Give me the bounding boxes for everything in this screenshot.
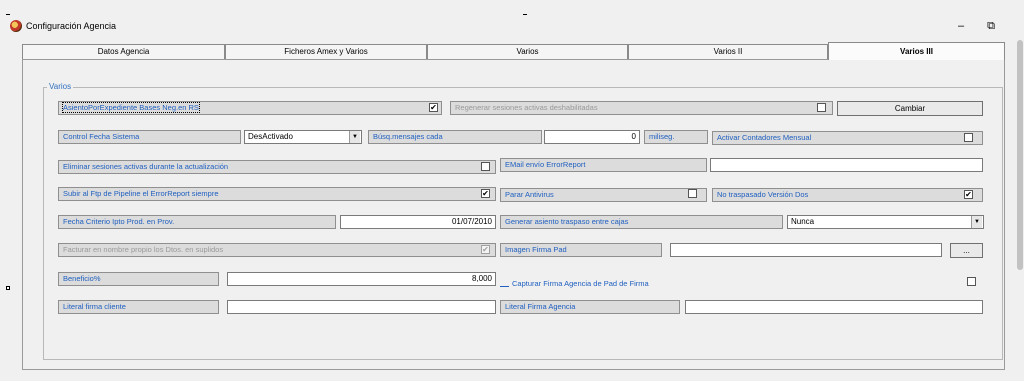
eliminar-sesiones-label: Eliminar sesiones activas durante la act… [58, 160, 496, 174]
email-error-report-label: EMail envío ErrorReport [500, 158, 707, 172]
tab-ficheros-amex-y-varios[interactable]: Ficheros Amex y Varios [225, 44, 427, 59]
asiento-por-expediente-text: AsientoPorExpediente Bases Neg.en RS [62, 102, 200, 113]
tab-varios-iii[interactable]: Varios III [828, 42, 1005, 60]
window-title: Configuración Agencia [26, 21, 117, 31]
facturar-nombre-propio-checkbox[interactable]: ✔ [481, 245, 490, 254]
app-icon [10, 20, 22, 32]
subir-ftp-label: Subir al Ftp de Pipeline el ErrorReport … [58, 187, 496, 201]
parar-antivirus-label: Parar Antivirus [500, 188, 707, 202]
generar-asiento-value: Nunca [791, 217, 815, 226]
regenerar-sesiones-label: Regenerar sesiones activas deshabilitada… [450, 101, 833, 115]
no-traspasado-checkbox[interactable]: ✔ [964, 190, 973, 199]
beneficio-input[interactable]: 8,000 [227, 272, 496, 286]
miliseg-unit-label: miliseg. [644, 130, 708, 144]
group-legend: Varios [47, 82, 74, 91]
control-fecha-dropdown-icon[interactable]: ▼ [349, 131, 360, 143]
subir-ftp-checkbox[interactable]: ✔ [481, 189, 490, 198]
tab-varios-ii[interactable]: Varios II [628, 44, 828, 59]
regenerar-sesiones-checkbox[interactable] [817, 103, 826, 112]
asiento-por-expediente-label[interactable]: AsientoPorExpediente Bases Neg.en RS [58, 101, 442, 115]
generar-asiento-select[interactable]: Nunca [787, 215, 984, 229]
beneficio-label: Beneficio% [58, 272, 219, 286]
generar-asiento-dropdown-icon[interactable]: ▼ [971, 216, 982, 228]
tab-datos-agencia[interactable]: Datos Agencia [22, 44, 225, 59]
literal-firma-cliente-input[interactable] [227, 300, 496, 314]
busq-mensajes-input[interactable]: 0 [544, 130, 640, 144]
restore-button[interactable]: ⧉ [981, 18, 1001, 34]
imagen-browse-button[interactable]: ... [950, 243, 983, 258]
busq-mensajes-label: Búsq.mensajes cada [368, 130, 542, 144]
capturar-firma-checkbox[interactable] [967, 277, 976, 286]
no-traspasado-label: No traspasado Versión Dos [712, 188, 983, 202]
eliminar-sesiones-checkbox[interactable] [481, 162, 490, 171]
literal-firma-cliente-label: Literal firma cliente [58, 300, 219, 314]
cambiar-button[interactable]: Cambiar [837, 101, 983, 116]
capturar-firma-label: Capturar Firma Agencia de Pad de Firma [512, 279, 649, 288]
resize-handle-middle-left[interactable] [6, 286, 10, 290]
facturar-nombre-propio-label: Facturar en nombre propio los Dtos. en s… [58, 243, 496, 257]
email-error-report-input[interactable] [710, 158, 983, 172]
capturar-firma-underline [500, 286, 509, 287]
activar-contadores-checkbox[interactable] [964, 133, 973, 142]
title-bar [0, 15, 1024, 39]
activar-contadores-label: Activar Contadores Mensual [712, 131, 983, 145]
control-fecha-sistema-value: DesActivado [248, 132, 293, 141]
generar-asiento-label: Generar asiento traspaso entre cajas [500, 215, 783, 229]
literal-firma-agencia-input[interactable] [685, 300, 983, 314]
fecha-criterio-label: Fecha Criterio Ipto Prod. en Prov. [58, 215, 336, 229]
imagen-firma-pad-label: Imagen Firma Pad [500, 243, 662, 257]
scrollbar-thumb[interactable] [1017, 40, 1023, 270]
minimize-button[interactable]: – [951, 18, 971, 34]
parar-antivirus-checkbox[interactable] [688, 189, 697, 198]
asiento-por-expediente-checkbox[interactable]: ✔ [429, 103, 438, 112]
control-fecha-sistema-label: Control Fecha Sistema [58, 130, 241, 144]
literal-firma-agencia-label: Literal Firma Agencia [500, 300, 680, 314]
control-fecha-sistema-select[interactable]: DesActivado [244, 130, 362, 144]
imagen-firma-pad-input[interactable] [670, 243, 942, 257]
fecha-criterio-input[interactable]: 01/07/2010 [340, 215, 496, 229]
tab-varios[interactable]: Varios [427, 44, 628, 59]
